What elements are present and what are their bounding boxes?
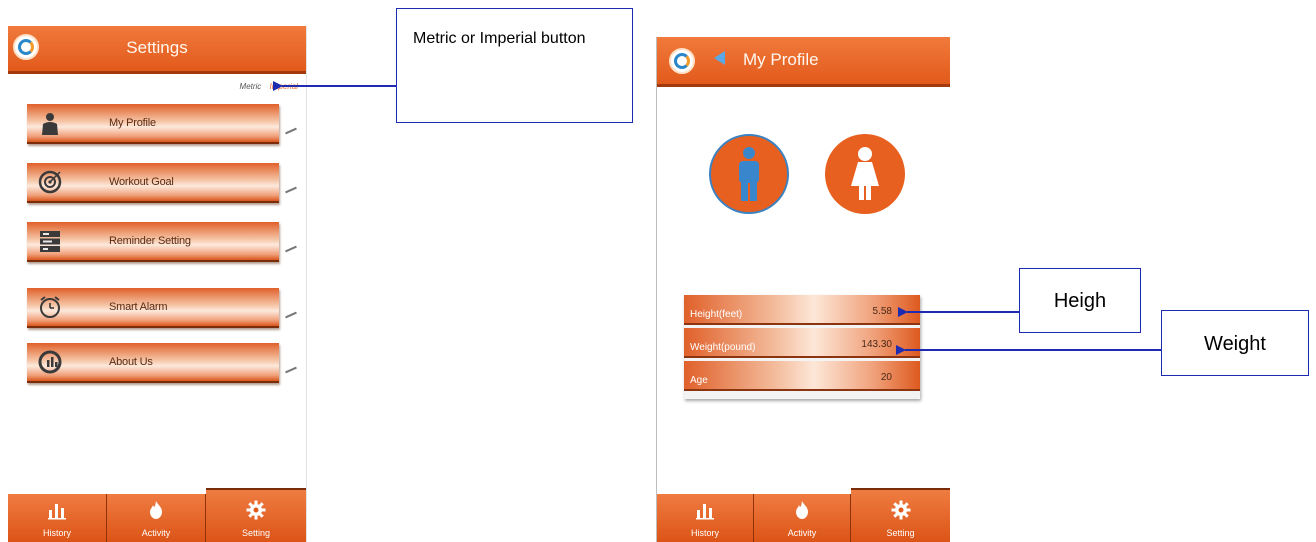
bar-chart-icon — [657, 500, 753, 525]
profile-tab-bar: History Activity Setting — [657, 488, 950, 542]
stat-row-height[interactable]: Height(feet) 5.58 — [684, 295, 920, 325]
gear-icon — [206, 500, 306, 525]
menu-item-about-us[interactable]: About Us — [27, 343, 297, 383]
settings-title: Settings — [126, 38, 188, 57]
tab-history[interactable]: History — [8, 494, 107, 542]
stat-value: 143.30 — [861, 339, 892, 350]
menu-item-tail — [285, 245, 297, 253]
stat-label: Weight(pound) — [690, 342, 756, 353]
profile-stats-panel: Height(feet) 5.58 Weight(pound) 143.30 A… — [684, 295, 920, 399]
annotation-height: Heigh — [1019, 268, 1141, 333]
menu-item-label: About Us — [109, 356, 153, 368]
menu-item-label: Reminder Setting — [109, 235, 191, 247]
menu-item-tail — [285, 366, 297, 374]
reminder-icon — [38, 229, 62, 253]
tab-label: History — [690, 528, 719, 538]
profile-title-bar: My Profile — [657, 37, 950, 87]
profile-screen: My Profile Height(feet) 5.58 Weight(poun… — [656, 37, 950, 542]
profile-title: My Profile — [743, 50, 819, 69]
app-logo-icon[interactable] — [669, 48, 695, 74]
menu-item-tail — [285, 186, 297, 194]
stat-value: 5.58 — [872, 306, 892, 317]
tab-activity[interactable]: Activity — [754, 494, 851, 542]
gender-female-button[interactable] — [825, 134, 905, 214]
tab-label: History — [42, 528, 71, 538]
flame-icon — [754, 500, 850, 525]
settings-title-bar: Settings — [8, 26, 306, 74]
stage: Settings Metric Imperial My Profile Work… — [0, 0, 1316, 542]
stat-label: Height(feet) — [690, 309, 743, 320]
menu-item-tail — [285, 311, 297, 319]
alarm-clock-icon — [38, 295, 62, 319]
menu-item-my-profile[interactable]: My Profile — [27, 104, 297, 144]
stat-row-weight[interactable]: Weight(pound) 143.30 — [684, 328, 920, 358]
settings-tab-bar: History Activity Setting — [8, 488, 306, 542]
unit-toggle[interactable]: Metric Imperial — [240, 82, 298, 91]
female-figure-icon — [851, 147, 879, 200]
annotation-weight: Weight — [1161, 310, 1309, 376]
menu-item-smart-alarm[interactable]: Smart Alarm — [27, 288, 297, 328]
menu-item-reminder-setting[interactable]: Reminder Setting — [27, 222, 297, 262]
tab-setting[interactable]: Setting — [851, 488, 950, 542]
stat-value: 20 — [880, 372, 892, 383]
flame-icon — [107, 500, 205, 525]
bar-chart-icon — [8, 500, 106, 525]
male-figure-icon — [739, 147, 759, 201]
stat-row-age[interactable]: Age 20 — [684, 361, 920, 391]
person-icon — [38, 111, 62, 135]
menu-item-workout-goal[interactable]: Workout Goal — [27, 163, 297, 203]
back-arrow-icon[interactable] — [714, 51, 725, 65]
info-icon — [38, 350, 62, 374]
annotation-unit-button: Metric or Imperial button — [396, 8, 633, 123]
menu-item-label: Workout Goal — [109, 176, 174, 188]
target-icon — [38, 170, 62, 194]
tab-label: Setting — [241, 528, 271, 538]
unit-imperial-option[interactable]: Imperial — [270, 82, 298, 91]
menu-item-label: My Profile — [109, 117, 156, 129]
tab-activity[interactable]: Activity — [107, 494, 206, 542]
menu-item-label: Smart Alarm — [109, 301, 168, 313]
settings-screen: Settings Metric Imperial My Profile Work… — [8, 26, 307, 542]
unit-metric-option[interactable]: Metric — [240, 82, 262, 91]
tab-label: Activity — [787, 528, 817, 538]
stat-label: Age — [690, 375, 708, 386]
gear-icon — [851, 500, 950, 525]
tab-label: Setting — [886, 528, 915, 538]
tab-setting[interactable]: Setting — [206, 488, 306, 542]
menu-item-tail — [285, 127, 297, 135]
tab-history[interactable]: History — [657, 494, 754, 542]
gender-male-button[interactable] — [709, 134, 789, 214]
tab-label: Activity — [141, 528, 171, 538]
